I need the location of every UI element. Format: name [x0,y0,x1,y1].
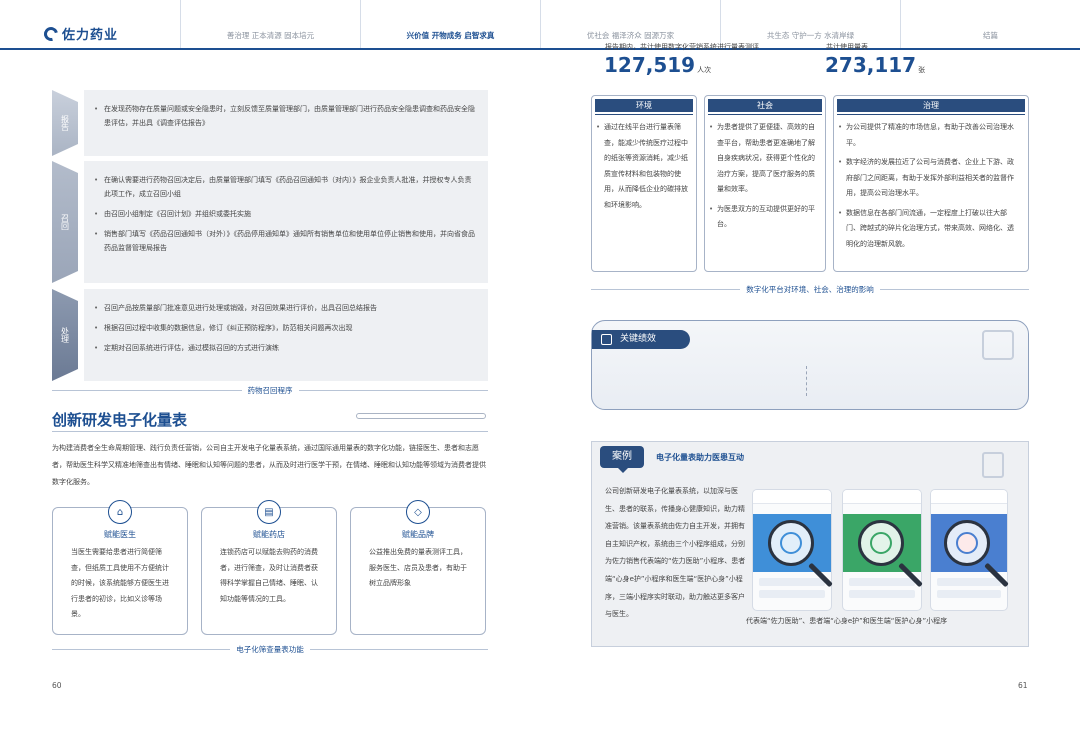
list-item: 召回产品按质量部门批准意见进行处理或销毁，对召回效果进行评价，出具召回总结报告 [94,301,476,315]
feature-text: 公益推出免费的量表测评工具，服务医生、店员及患者，有助于树立品牌形象 [369,548,467,587]
feature-card-doctor: ⌂ 赋能医生 当医生需要给患者进行简便筛查，但纸质工具使用不方便统计的时候，该系… [52,500,188,635]
recall-stage-report: 报告 在发现药物存在质量问题或安全隐患时，立刻反馈至质量管理部门，由质量管理部门… [52,90,488,156]
magnifier-icon [944,520,990,566]
phone-status-bar [753,490,831,504]
list-item: 为医患双方的互动提供更好的平台。 [709,202,817,233]
column-header: 社会 [708,99,822,115]
impact-column-society: 社会 为患者提供了更便捷、高效的自查平台，帮助患者更准确地了解自身疾病状况，获得… [704,95,826,272]
case-caption: 代表端“佐力医助”、患者端“心身e护”和医生端“医护心身”小程序 [746,617,948,625]
recall-stage-recall: 召回 在确认需要进行药物召回决定后，由质量管理部门填写《药品召回通知书（对内）》… [52,161,488,283]
feature-title: 赋能医生 [104,530,136,539]
nav-tab-ecology[interactable]: 共生态 守护一方 水清岸绿 [720,0,900,48]
phone-status-bar [843,490,921,504]
stage-body: 召回产品按质量部门批准意见进行处理或销毁，对召回效果进行评价，出具召回总结报告 … [84,289,488,381]
metric-unit: 张 [918,66,926,74]
column-body: 通过在线平台进行量表筛查，能减少传统医疗过程中的纸张等资源消耗，减少纸质宣传材料… [596,120,688,217]
stage-body: 在确认需要进行药物召回决定后，由质量管理部门填写《药品召回通知书（对内）》报企业… [84,161,488,283]
figure-caption: 数字化平台对环境、社会、治理的影响 [591,284,1029,295]
case-text: 公司创新研发电子化量表系统，以加深与医生、患者的联系，传播身心健康知识，助力精准… [605,487,746,619]
metric-value: 127,519 人次 [604,53,712,77]
nav-tab-society[interactable]: 优社会 福泽济众 固源万家 [540,0,720,48]
store-icon: ▤ [257,500,281,524]
phone-row [937,578,1001,586]
logo-mark-icon [41,23,61,44]
column-header: 治理 [837,99,1025,115]
impact-column-environment: 环境 通过在线平台进行量表筛查，能减少传统医疗过程中的纸张等资源消耗，减少纸质宣… [591,95,697,272]
column-body: 为患者提供了更便捷、高效的自查平台，帮助患者更准确地了解自身疾病状况，获得更个性… [709,120,817,237]
list-item: 根据召回过程中收集的数据信息，修订《纠正预防程序》，防范相关问题再次出现 [94,321,476,335]
report-icon [601,334,612,345]
magnifier-icon [768,520,814,566]
list-item: 为公司提供了精准的市场信息，有助于改善公司治理水平。 [838,120,1020,151]
column-body: 为公司提供了精准的市场信息，有助于改善公司治理水平。 数字经济的发展拉近了公司与… [838,120,1020,256]
phone-row [849,578,915,586]
case-title: 电子化量表助力医患互动 [656,453,744,462]
document-star-icon [982,452,1004,478]
page-number: 60 [52,681,62,690]
section-intro: 为构建消费者全生命周期管理、践行负责任营销，公司自主开发电子化量表系统，通过国际… [52,444,486,486]
stage-tab: 召回 [52,161,78,283]
list-item: 数字经济的发展拉近了公司与消费者、企业上下游、政府部门之间距离，有助于发挥外部利… [838,155,1020,202]
recall-stage-handle: 处理 召回产品按质量部门批准意见进行处理或销毁，对召回效果进行评价，出具召回总结… [52,289,488,381]
title-underline [52,431,488,432]
title-decoration [356,413,486,419]
feature-card-pharmacy: ▤ 赋能药店 连锁药店可以赋能去购药的消费者，进行筛查，及时让消费者获得科学掌握… [201,500,337,635]
impact-column-governance: 治理 为公司提供了精准的市场信息，有助于改善公司治理水平。 数字经济的发展拉近了… [833,95,1029,272]
list-item: 在发现药物存在质量问题或安全隐患时，立刻反馈至质量管理部门，由质量管理部门进行药… [94,102,476,130]
section-title: 创新研发电子化量表 [52,411,188,429]
figure-caption: 药物召回程序 [52,385,488,396]
feature-text: 当医生需要给患者进行简便筛查，但纸质工具使用不方便统计的时候，该系统能够方便医生… [71,548,169,618]
top-navigation: 佐力药业 善治理 正本清源 固本培元 兴价值 开物成务 启智求真 优社会 福泽济… [0,0,1080,50]
feature-title: 赋能品牌 [402,530,434,539]
list-item: 由召回小组制定《召回计划》并组织或委托实施 [94,207,476,221]
hospital-icon: ⌂ [108,500,132,524]
diamond-icon: ◇ [406,500,430,524]
brand-name: 佐力药业 [62,28,119,43]
phone-row [937,590,1001,598]
brand-logo[interactable]: 佐力药业 [41,23,119,44]
feature-card-brand: ◇ 赋能品牌 公益推出免费的量表测评工具，服务医生、店员及患者，有助于树立品牌形… [350,500,486,635]
metric-label: 共计使用量表 [826,43,868,51]
magnifier-icon [858,520,904,566]
nav-tab-governance[interactable]: 善治理 正本清源 固本培元 [180,0,360,48]
key-metrics-title: 关键绩效 [592,330,690,349]
nav-tab-conclusion[interactable]: 结篇 [900,0,1080,48]
stage-tab: 处理 [52,289,78,381]
list-item: 销售部门填写《药品召回通知书（对外）》《药品停用通知单》通知所有销售单位和使用单… [94,227,476,255]
stage-tab: 报告 [52,90,78,156]
metric-divider [806,366,807,396]
figure-caption: 电子化筛查量表功能 [52,644,488,655]
phone-row [759,590,825,598]
hand-document-icon [982,330,1014,360]
feature-title: 赋能药店 [253,530,285,539]
feature-text: 连锁药店可以赋能去购药的消费者，进行筛查，及时让消费者获得科学掌握自己情绪、睡眠… [220,548,318,603]
metric-label: 报告期内，共计使用数字化营销系统进行量表测评 [605,43,759,51]
case-badge: 案例 [600,446,644,473]
list-item: 为患者提供了更便捷、高效的自查平台，帮助患者更准确地了解自身疾病状况，获得更个性… [709,120,817,198]
list-item: 数据信息在各部门间流通，一定程度上打破以往大部门、跨越式的碎片化治理方式，带来高… [838,206,1020,253]
key-metrics-panel: 关键绩效 [591,320,1029,410]
stage-body: 在发现药物存在质量问题或安全隐患时，立刻反馈至质量管理部门，由质量管理部门进行药… [84,90,488,156]
list-item: 定期对召回系统进行评估，通过模拟召回的方式进行演练 [94,341,476,355]
page-number: 61 [1018,681,1028,690]
nav-tab-value[interactable]: 兴价值 开物成务 启智求真 [360,0,540,48]
phone-row [759,578,825,586]
metric-unit: 人次 [697,66,712,74]
metric-value: 273,117 张 [825,53,926,77]
phone-row [849,590,915,598]
column-header: 环境 [595,99,693,115]
list-item: 在确认需要进行药物召回决定后，由质量管理部门填写《药品召回通知书（对内）》报企业… [94,173,476,201]
list-item: 通过在线平台进行量表筛查，能减少传统医疗过程中的纸张等资源消耗，减少纸质宣传材料… [596,120,688,213]
phone-status-bar [931,490,1007,504]
